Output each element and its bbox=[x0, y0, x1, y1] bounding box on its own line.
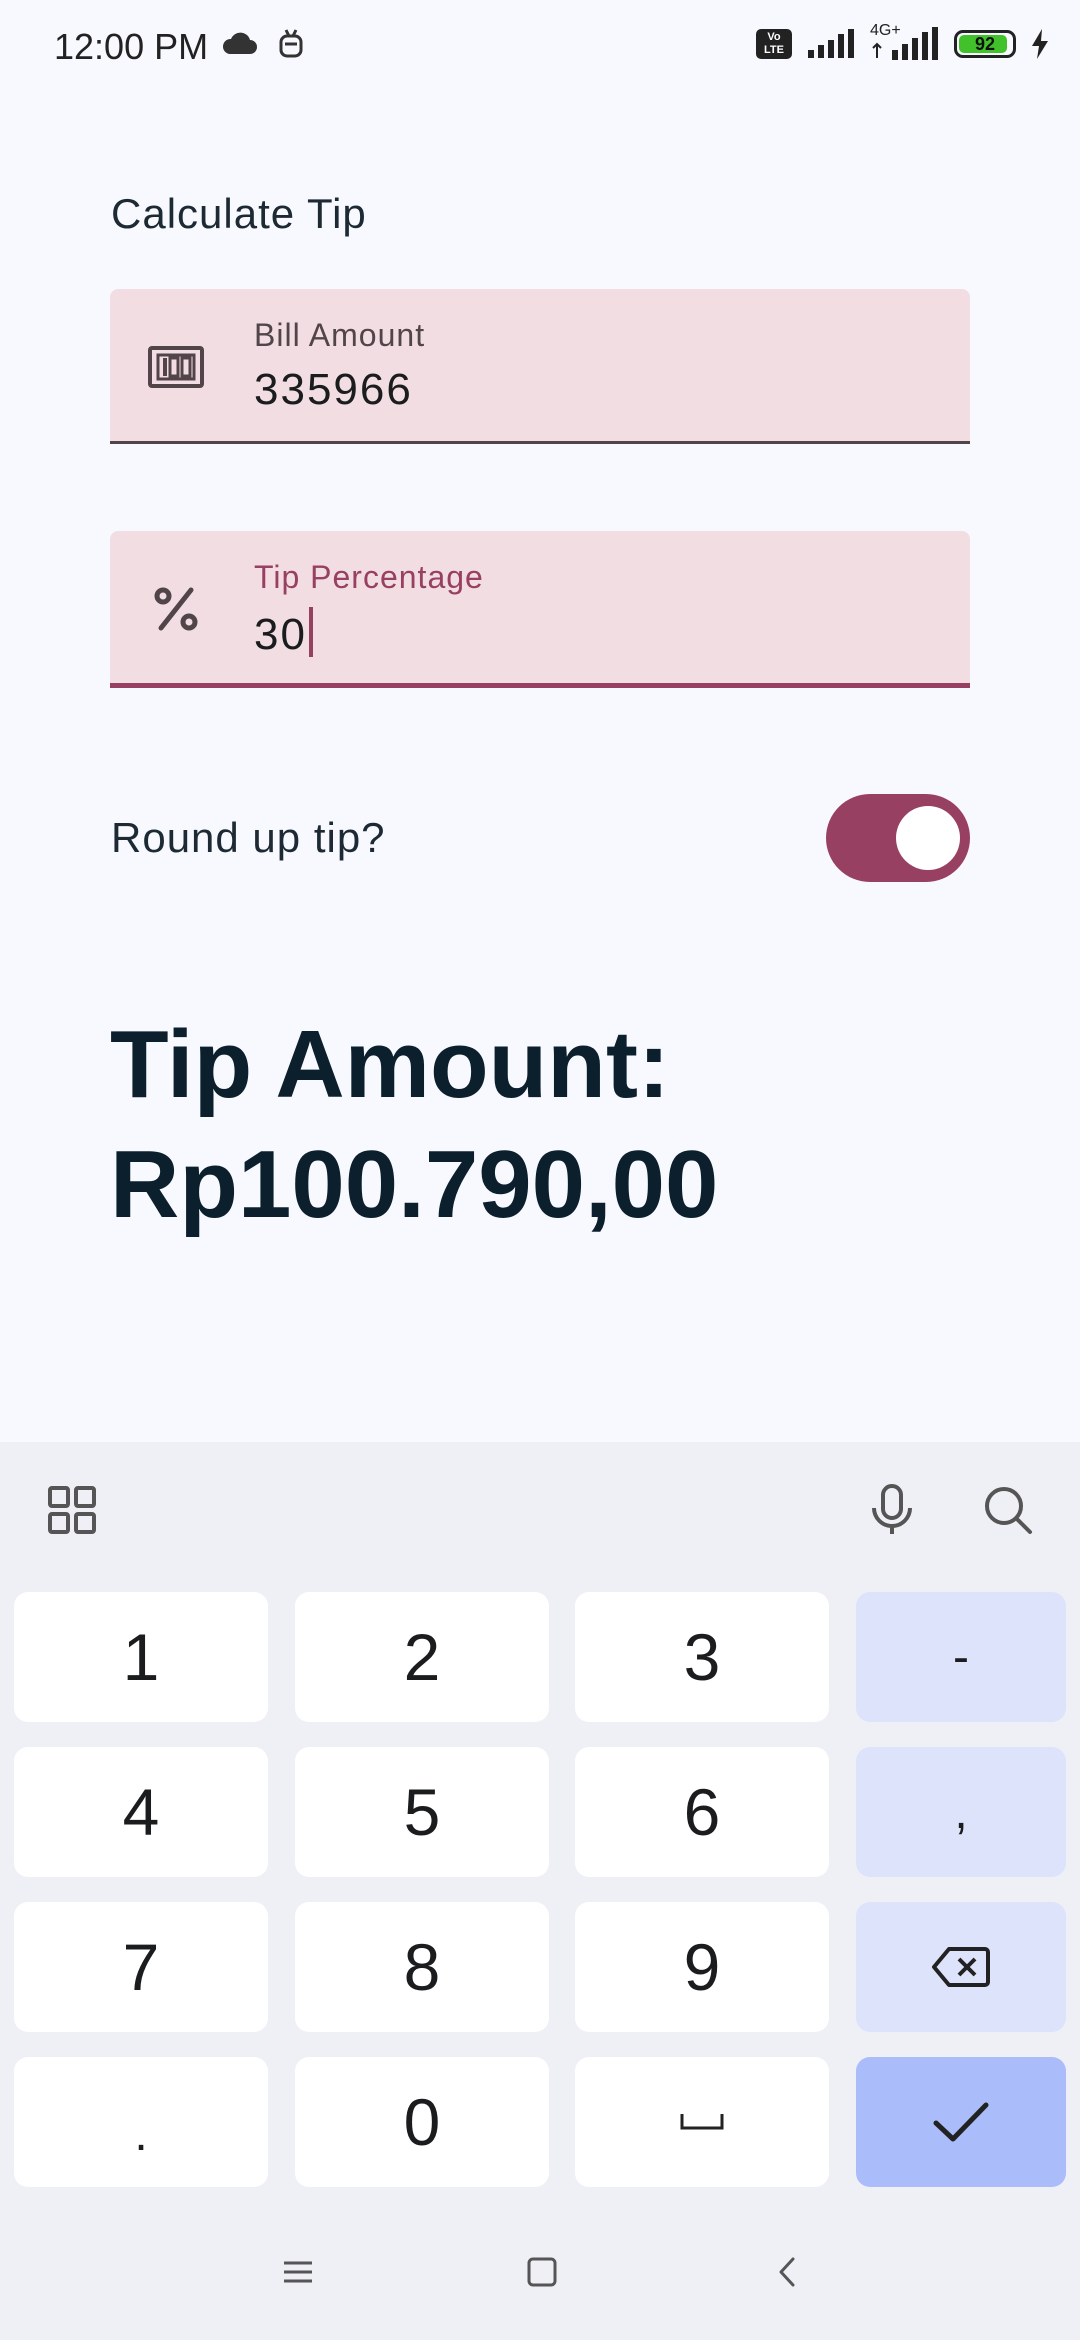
key-8[interactable]: 8 bbox=[295, 1902, 549, 2032]
search-icon[interactable] bbox=[980, 1482, 1036, 1538]
signal-icon bbox=[808, 29, 854, 58]
key-3[interactable]: 3 bbox=[575, 1592, 829, 1722]
key-6[interactable]: 6 bbox=[575, 1747, 829, 1877]
apps-grid-icon[interactable] bbox=[44, 1482, 100, 1538]
system-nav-bar bbox=[0, 2220, 1080, 2340]
charging-icon bbox=[1032, 29, 1048, 59]
tip-percentage-input[interactable]: 30 bbox=[254, 607, 313, 660]
key-dot[interactable]: . bbox=[14, 2057, 268, 2187]
volte-icon: Vo LTE bbox=[756, 29, 792, 59]
back-icon[interactable] bbox=[770, 2254, 806, 2290]
home-icon[interactable] bbox=[524, 2254, 560, 2290]
bill-amount-field[interactable]: Bill Amount 335966 bbox=[110, 289, 970, 444]
status-bar: 12:00 PM Vo LTE 4G+ 92 bbox=[0, 0, 1080, 96]
percent-icon bbox=[148, 581, 204, 637]
round-up-label: Round up tip? bbox=[111, 814, 386, 861]
backspace-icon bbox=[932, 1947, 990, 1987]
key-4[interactable]: 4 bbox=[14, 1747, 268, 1877]
space-icon bbox=[680, 2114, 724, 2130]
bill-amount-label: Bill Amount bbox=[254, 317, 426, 353]
tip-percentage-field[interactable]: Tip Percentage 30 bbox=[110, 531, 970, 688]
switch-thumb bbox=[896, 806, 960, 870]
round-up-switch[interactable] bbox=[826, 794, 970, 882]
key-5[interactable]: 5 bbox=[295, 1747, 549, 1877]
tip-amount-label: Tip Amount: bbox=[110, 1011, 670, 1118]
tip-percentage-label: Tip Percentage bbox=[254, 559, 484, 595]
microphone-icon[interactable] bbox=[864, 1482, 920, 1538]
key-minus[interactable]: - bbox=[856, 1592, 1066, 1722]
money-icon bbox=[148, 339, 204, 395]
bill-amount-input[interactable]: 335966 bbox=[254, 365, 413, 415]
key-7[interactable]: 7 bbox=[14, 1902, 268, 2032]
cloud-icon bbox=[222, 32, 257, 54]
menu-icon[interactable] bbox=[280, 2254, 316, 2290]
page-title: Calculate Tip bbox=[111, 190, 367, 237]
battery-level: 92 bbox=[974, 33, 996, 54]
keyboard-toolbar bbox=[0, 1442, 1080, 1572]
tip-amount-result: Tip Amount: Rp100.790,00 bbox=[110, 1005, 718, 1245]
numeric-keyboard: 1 2 3 - 4 5 6 , 7 8 9 . 0 bbox=[0, 1442, 1080, 2340]
key-9[interactable]: 9 bbox=[575, 1902, 829, 2032]
battery-icon: 92 bbox=[954, 30, 1016, 58]
tip-amount-value: Rp100.790,00 bbox=[110, 1131, 719, 1238]
robot-icon bbox=[279, 29, 303, 58]
key-space[interactable] bbox=[575, 2057, 829, 2187]
key-0[interactable]: 0 bbox=[295, 2057, 549, 2187]
key-comma[interactable]: , bbox=[856, 1747, 1066, 1877]
signal-4g-icon bbox=[872, 27, 938, 60]
key-1[interactable]: 1 bbox=[14, 1592, 268, 1722]
status-time: 12:00 PM bbox=[54, 26, 209, 67]
key-enter[interactable] bbox=[856, 2057, 1066, 2187]
checkmark-icon bbox=[933, 2102, 989, 2142]
key-2[interactable]: 2 bbox=[295, 1592, 549, 1722]
tip-percentage-value: 30 bbox=[254, 610, 307, 659]
key-backspace[interactable] bbox=[856, 1902, 1066, 2032]
text-cursor bbox=[308, 607, 313, 657]
